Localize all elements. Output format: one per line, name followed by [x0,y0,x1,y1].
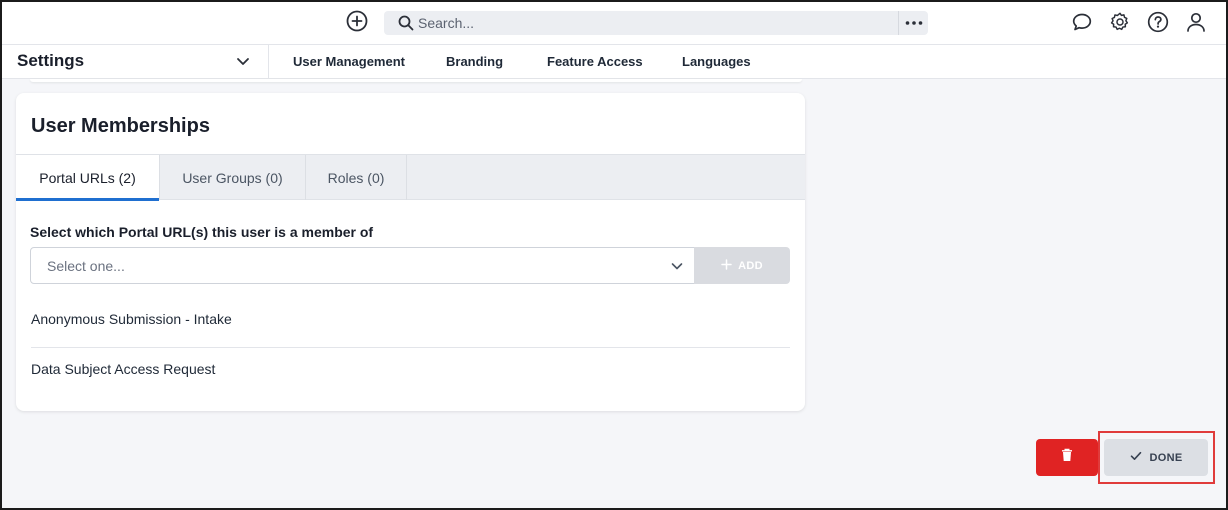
done-button[interactable]: DONE [1104,439,1208,476]
portal-url-select[interactable]: Select one... [30,247,695,284]
tab-languages[interactable]: Languages [682,54,751,69]
top-bar [0,0,1228,44]
list-divider [31,347,790,348]
gear-icon[interactable] [1108,10,1132,34]
tab-user-groups[interactable]: User Groups (0) [160,155,306,200]
previous-card-edge [30,79,802,82]
help-icon[interactable] [1146,10,1170,34]
chevron-down-icon [670,259,684,273]
add-button[interactable]: ADD [694,247,790,284]
tab-branding[interactable]: Branding [446,54,503,69]
user-icon[interactable] [1184,10,1208,34]
chevron-down-icon[interactable] [235,53,251,69]
user-memberships-card: User Memberships Portal URLs (2) User Gr… [16,93,805,411]
trash-icon [1061,448,1073,467]
card-title: User Memberships [31,115,210,137]
tab-user-management[interactable]: User Management [282,54,416,82]
tab-portal-urls[interactable]: Portal URLs (2) [16,155,160,201]
search-input[interactable] [418,13,878,33]
chat-icon[interactable] [1070,10,1094,34]
done-button-label: DONE [1149,451,1183,464]
add-circle-icon[interactable] [345,9,369,33]
add-button-label: ADD [738,259,763,272]
check-icon [1130,451,1142,464]
search-icon [398,15,414,31]
portal-url-label: Select which Portal URL(s) this user is … [30,224,374,240]
list-item: Anonymous Submission - Intake [31,311,232,327]
tab-roles[interactable]: Roles (0) [306,155,407,200]
more-icon[interactable] [898,11,928,35]
plus-icon [721,258,732,273]
search-bar [384,11,928,35]
delete-button[interactable] [1036,439,1098,476]
select-placeholder: Select one... [47,258,125,274]
tab-feature-access[interactable]: Feature Access [547,54,643,69]
membership-tabs: Portal URLs (2) User Groups (0) Roles (0… [16,154,805,201]
list-item: Data Subject Access Request [31,361,216,377]
nav-divider [268,45,269,79]
settings-title: Settings [17,51,85,70]
settings-nav: Settings User Management Branding Featur… [0,44,1228,82]
top-icons [1070,10,1208,34]
